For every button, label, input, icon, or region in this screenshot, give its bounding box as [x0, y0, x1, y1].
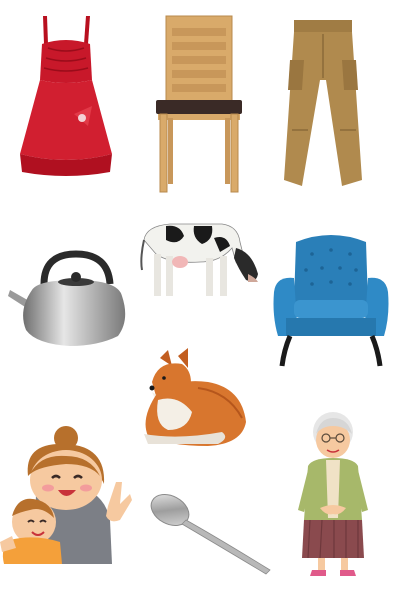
- khaki-pants-icon[interactable]: [282, 20, 364, 188]
- blue-armchair-icon[interactable]: [272, 232, 390, 370]
- wooden-chair-icon[interactable]: [152, 14, 246, 194]
- cow-icon[interactable]: [140, 218, 262, 300]
- red-dress-icon[interactable]: [18, 14, 114, 176]
- picture-board: [0, 0, 400, 600]
- grandmother-icon[interactable]: [296, 410, 370, 578]
- spoon-icon[interactable]: [148, 492, 274, 576]
- tea-kettle-icon[interactable]: [8, 250, 130, 348]
- mother-and-baby-icon[interactable]: [0, 424, 134, 564]
- fox-icon[interactable]: [138, 348, 250, 448]
